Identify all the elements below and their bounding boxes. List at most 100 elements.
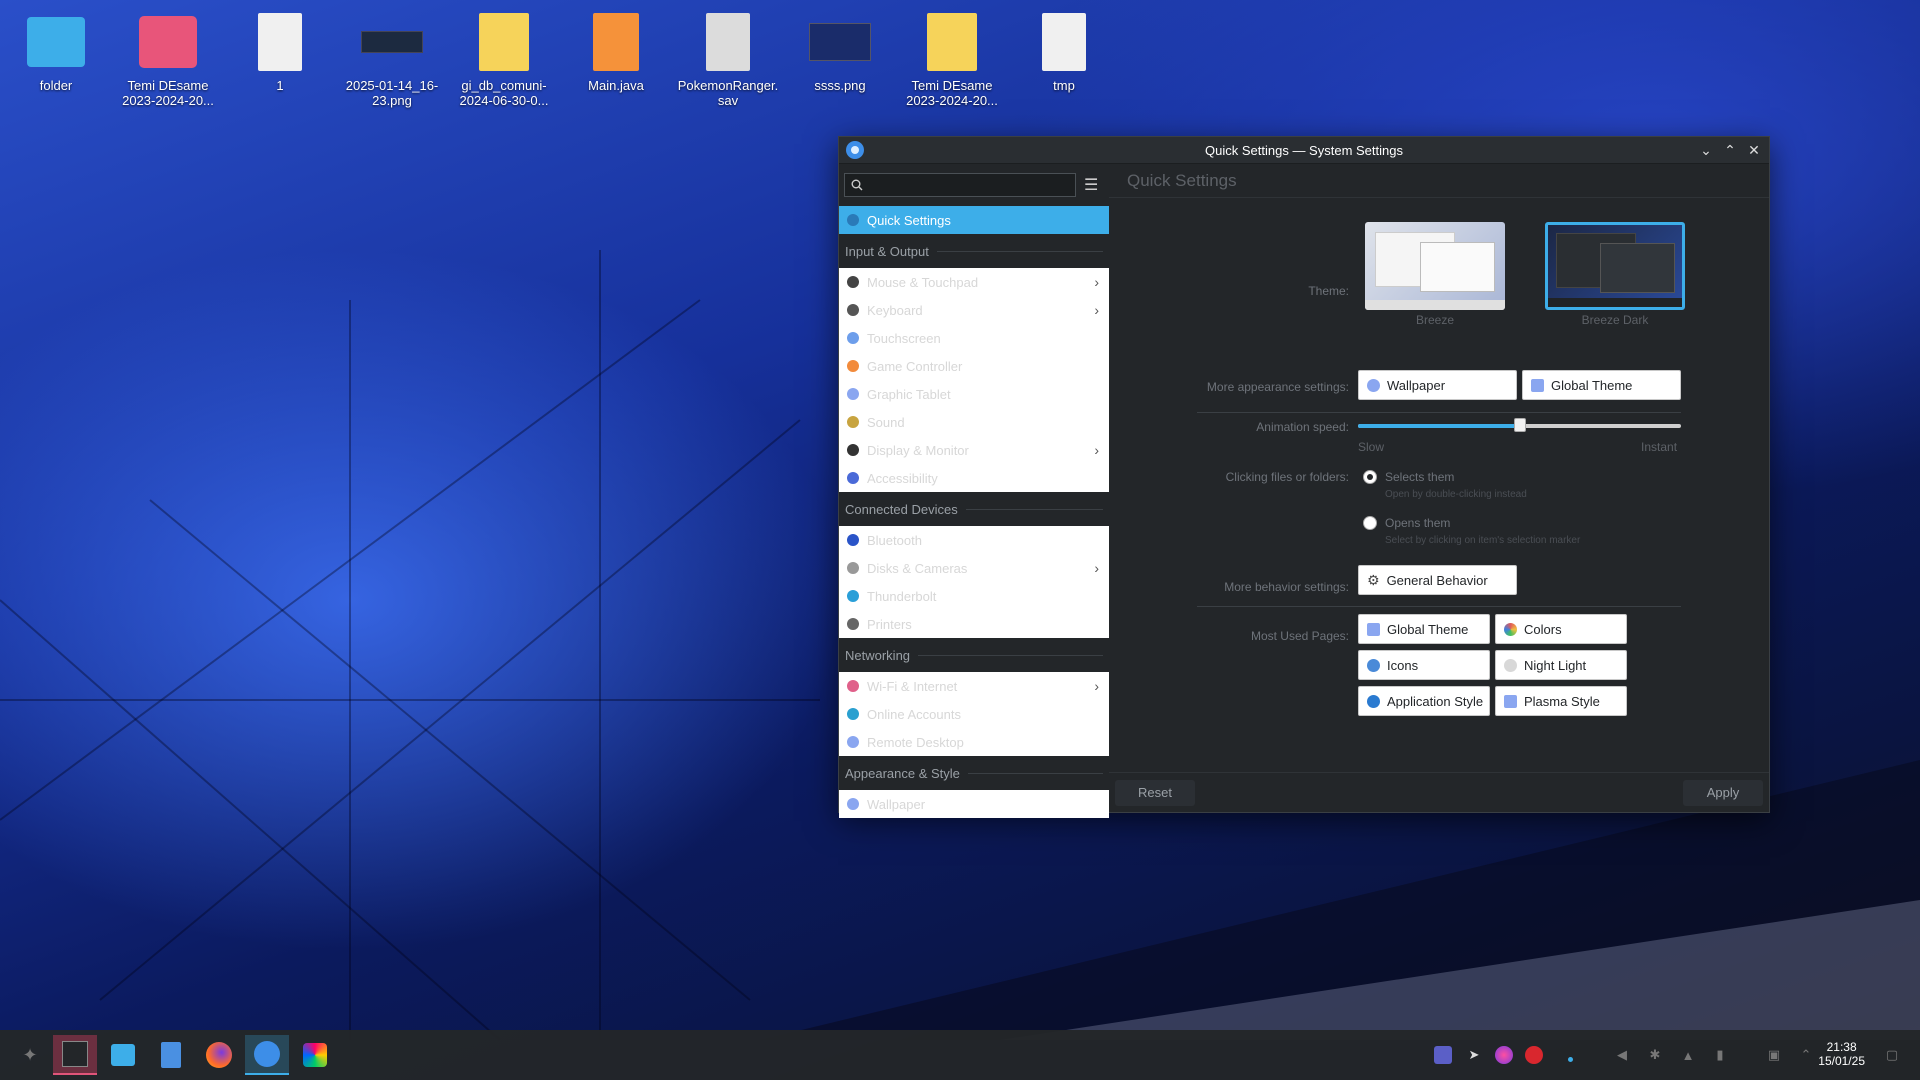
plasma-launcher-icon: ✦: [22, 1044, 38, 1065]
desktop-icon[interactable]: ssss.png: [784, 10, 896, 93]
plasma-style-icon: [1504, 694, 1517, 708]
clicking-files-label: Clicking files or folders:: [1225, 470, 1349, 484]
wi-fi-internet-icon: [847, 680, 859, 692]
sidebar-item-disks-cameras[interactable]: Disks & Cameras ›: [839, 554, 1109, 582]
desktop-icon[interactable]: 2025-01-14_16- 23.png: [336, 10, 448, 108]
most-used-night-light-button[interactable]: Night Light: [1495, 650, 1627, 680]
tray-app[interactable]: [1494, 1045, 1514, 1065]
sidebar-item-keyboard[interactable]: Keyboard ›: [839, 296, 1109, 324]
divider: [1197, 412, 1681, 413]
tray-expand[interactable]: ⌃: [1796, 1045, 1816, 1065]
theme-breeze[interactable]: [1365, 222, 1505, 310]
text-file-icon: [1042, 13, 1086, 71]
pink-folder-icon: [139, 16, 197, 68]
application-launcher[interactable]: ✦: [8, 1035, 52, 1075]
sidebar-item-label: Disks & Cameras: [867, 560, 968, 576]
section-divider: [965, 508, 1103, 510]
tray-network[interactable]: ▲: [1678, 1045, 1698, 1065]
tray-clipboard[interactable]: ▮: [1710, 1045, 1730, 1065]
tray-display[interactable]: ▣: [1764, 1045, 1784, 1065]
show-desktop-button[interactable]: ▢: [1882, 1045, 1902, 1065]
search-input[interactable]: [844, 173, 1076, 197]
most-used-global-theme-button[interactable]: Global Theme: [1358, 614, 1490, 644]
slider-handle[interactable]: [1513, 418, 1526, 432]
desktop-icon[interactable]: folder: [0, 10, 112, 93]
sidebar-item-graphic-tablet[interactable]: Graphic Tablet: [839, 380, 1109, 408]
system-settings-window: Quick Settings — System Settings ⌄ ⌃ ✕ ☰…: [838, 136, 1770, 818]
task-system-settings[interactable]: [245, 1035, 289, 1075]
desktop-icon[interactable]: Temi DEsame 2023-2024-20...: [112, 10, 224, 108]
tray-volume[interactable]: ◀: [1612, 1045, 1632, 1065]
theme-breeze-dark[interactable]: [1545, 222, 1685, 310]
opens-them-radio[interactable]: [1363, 516, 1377, 530]
sidebar-sections: Input & Output Mouse & Touchpad › Keyboard ›…: [839, 234, 1109, 818]
sidebar-item-sound[interactable]: Sound: [839, 408, 1109, 436]
sidebar-item-accessibility[interactable]: Accessibility: [839, 464, 1109, 492]
sidebar: ☰ Quick Settings Input & Output Mouse & T…: [839, 164, 1109, 818]
sidebar-item-online-accounts[interactable]: Online Accounts: [839, 700, 1109, 728]
desktop-icon[interactable]: PokemonRanger. sav: [672, 10, 784, 108]
sidebar-item-thunderbolt[interactable]: Thunderbolt: [839, 582, 1109, 610]
task-firefox[interactable]: [197, 1035, 241, 1075]
taskbar: ✦ ➤ ◀ ✱ ▲ ▮ ▣ ⌃ 21:38 15/01/25 ▢: [0, 1030, 1920, 1080]
desktop-icon[interactable]: Temi DEsame 2023-2024-20...: [896, 10, 1008, 108]
animation-speed-slider[interactable]: [1358, 418, 1681, 432]
sidebar-item-remote-desktop[interactable]: Remote Desktop: [839, 728, 1109, 756]
online-accounts-icon: [847, 708, 859, 720]
most-used-application-style-button[interactable]: Application Style: [1358, 686, 1490, 716]
task-discover[interactable]: [101, 1035, 145, 1075]
sidebar-item-quick-settings[interactable]: Quick Settings: [839, 206, 1109, 234]
sidebar-item-wallpaper[interactable]: Wallpaper: [839, 790, 1109, 818]
theme-breeze-caption: Breeze: [1415, 313, 1455, 327]
clock-time: 21:38: [1826, 1040, 1857, 1054]
section-divider: [918, 654, 1103, 656]
printers-icon: [847, 618, 859, 630]
task-dolphin[interactable]: [149, 1035, 193, 1075]
global-theme-button[interactable]: Global Theme: [1522, 370, 1681, 400]
image-file-icon: [361, 31, 423, 53]
sidebar-item-touchscreen[interactable]: Touchscreen: [839, 324, 1109, 352]
tray-kdeconnect[interactable]: ➤: [1464, 1045, 1484, 1065]
remote-desktop-icon: [847, 736, 859, 748]
tray-bluetooth[interactable]: ✱: [1645, 1045, 1665, 1065]
sidebar-section-header: Connected Devices: [839, 492, 1109, 526]
desktop-icon[interactable]: tmp: [1008, 10, 1120, 93]
most-used-icons-button[interactable]: Icons: [1358, 650, 1490, 680]
apply-button[interactable]: Apply: [1683, 779, 1763, 806]
sidebar-item-display-monitor[interactable]: Display & Monitor ›: [839, 436, 1109, 464]
hamburger-menu-button[interactable]: ☰: [1084, 175, 1100, 195]
sidebar-item-label: Keyboard: [867, 302, 923, 318]
most-used-plasma-style-button[interactable]: Plasma Style: [1495, 686, 1627, 716]
desktop-icon[interactable]: gi_db_comuni- 2024-06-30-0...: [448, 10, 560, 108]
window-titlebar[interactable]: Quick Settings — System Settings ⌄ ⌃ ✕: [839, 137, 1769, 164]
chevron-down-icon: ⌄: [1700, 142, 1712, 158]
icons-icon: [1367, 658, 1380, 672]
tray-teams[interactable]: [1433, 1045, 1453, 1065]
more-appearance-label: More appearance settings:: [1206, 380, 1349, 394]
volume-icon: ◀: [1617, 1047, 1627, 1062]
sidebar-item-printers[interactable]: Printers: [839, 610, 1109, 638]
minimize-button[interactable]: ⌄: [1697, 140, 1715, 160]
reset-button[interactable]: Reset: [1115, 779, 1195, 806]
tray-notification-dot[interactable]: [1560, 1045, 1580, 1065]
wallpaper-button[interactable]: Wallpaper: [1358, 370, 1517, 400]
sidebar-item-wi-fi-internet[interactable]: Wi-Fi & Internet ›: [839, 672, 1109, 700]
desktop-icon[interactable]: 1: [224, 10, 336, 93]
sidebar-item-bluetooth[interactable]: Bluetooth: [839, 526, 1109, 554]
tray-mega[interactable]: [1524, 1045, 1544, 1065]
sidebar-item-label: Mouse & Touchpad: [867, 274, 979, 290]
maximize-button[interactable]: ⌃: [1721, 140, 1739, 160]
close-button[interactable]: ✕: [1745, 140, 1763, 160]
system-settings-app-icon[interactable]: [846, 141, 864, 159]
sidebar-item-game-controller[interactable]: Game Controller: [839, 352, 1109, 380]
desktop-icon[interactable]: Main.java: [560, 10, 672, 93]
most-used-colors-button[interactable]: Colors: [1495, 614, 1627, 644]
clock[interactable]: 21:38 15/01/25: [1818, 1040, 1865, 1068]
page-title: Quick Settings: [1109, 164, 1769, 198]
general-behavior-button[interactable]: ⚙ General Behavior: [1358, 565, 1517, 595]
task-color-app[interactable]: [293, 1035, 337, 1075]
sidebar-item-mouse-touchpad[interactable]: Mouse & Touchpad ›: [839, 268, 1109, 296]
selects-them-radio[interactable]: [1363, 470, 1377, 484]
display-monitor-icon: [847, 444, 859, 456]
task-system-monitor[interactable]: [53, 1035, 97, 1075]
